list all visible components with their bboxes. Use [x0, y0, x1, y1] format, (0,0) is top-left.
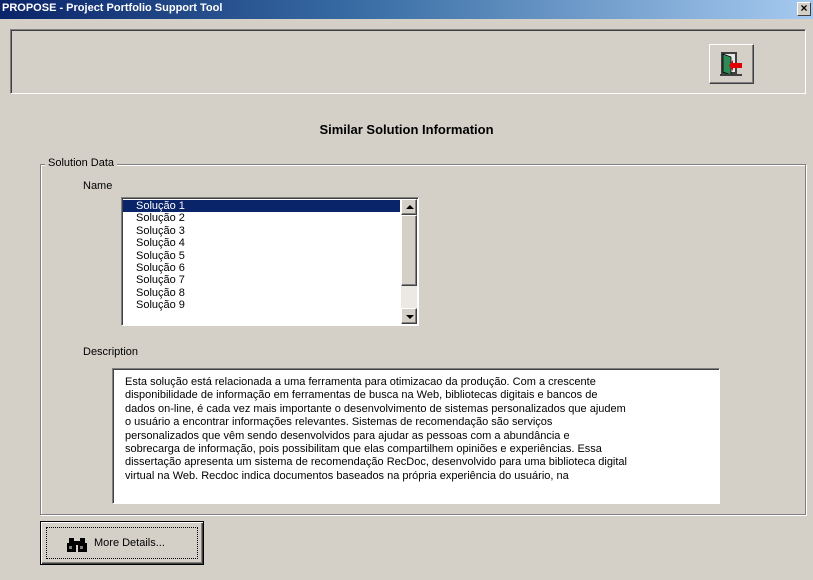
scroll-down-button[interactable] [401, 308, 417, 324]
close-icon: × [800, 1, 808, 15]
description-text: Esta solução está relacionada a uma ferr… [125, 376, 627, 482]
list-scrollbar[interactable] [401, 199, 417, 324]
list-item[interactable]: Solução 2 [123, 212, 400, 224]
scroll-up-arrow-icon [406, 205, 414, 209]
name-label: Name [83, 180, 113, 192]
page-title: Similar Solution Information [319, 122, 494, 137]
close-button[interactable]: × [797, 2, 811, 16]
list-item[interactable]: Solução 9 [123, 299, 400, 311]
scroll-up-button[interactable] [401, 199, 417, 215]
list-item[interactable]: Solução 1 [123, 200, 400, 213]
more-details-button[interactable]: More Details... [40, 521, 204, 565]
more-details-label: More Details... [94, 537, 165, 549]
list-item[interactable]: Solução 8 [123, 287, 400, 299]
scroll-down-arrow-icon [406, 315, 414, 319]
list-item[interactable]: Solução 6 [123, 262, 400, 274]
description-textbox[interactable]: Esta solução está relacionada a uma ferr… [112, 368, 720, 504]
list-item[interactable]: Solução 3 [123, 225, 400, 237]
window-title: PROPOSE - Project Portfolio Support Tool [2, 2, 223, 14]
solution-name-list[interactable]: Solução 1 Solução 2 Solução 3 Solução 4 Solu… [121, 197, 419, 326]
solution-data-label: Solution Data [45, 157, 118, 169]
binoculars-icon [67, 538, 87, 552]
exit-door-icon [720, 52, 742, 76]
list-items-container: Solução 1 Solução 2 Solução 3 Solução 4 Solu… [123, 200, 400, 312]
scroll-thumb[interactable] [401, 215, 417, 286]
exit-button[interactable] [709, 44, 754, 84]
list-item[interactable]: Solução 5 [123, 250, 400, 262]
list-item[interactable]: Solução 7 [123, 274, 400, 286]
list-item[interactable]: Solução 4 [123, 237, 400, 249]
toolbar-panel [10, 29, 806, 94]
description-label: Description [83, 346, 139, 358]
